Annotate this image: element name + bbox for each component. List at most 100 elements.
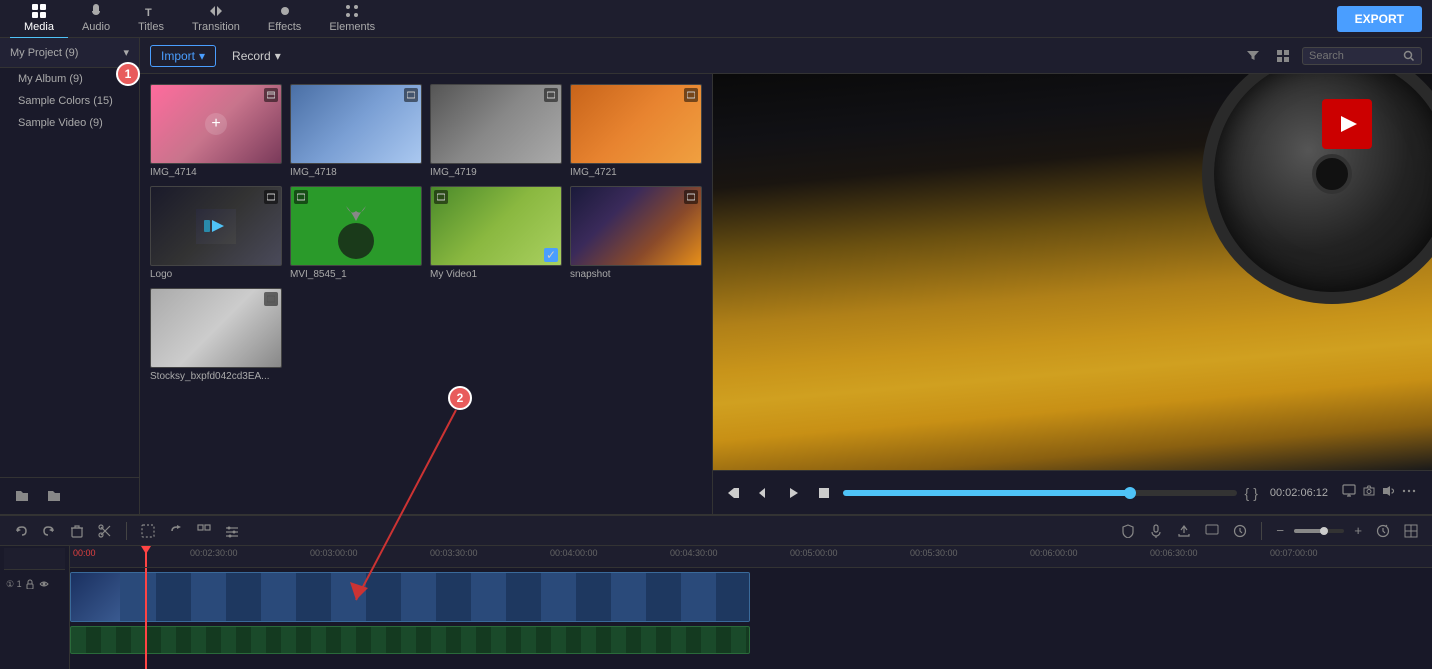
sidebar-item-video[interactable]: Sample Video (9) — [0, 112, 139, 134]
in-bracket[interactable]: { — [1245, 485, 1250, 501]
record-button[interactable]: Record ▾ — [224, 46, 289, 66]
ruler-mark-3: 00:03:30:00 — [430, 548, 478, 558]
more-options-icon[interactable] — [1402, 484, 1416, 501]
zoom-in-button[interactable]: + — [1350, 521, 1366, 540]
tl-mic-icon[interactable] — [1145, 522, 1167, 540]
camera-icon[interactable] — [1362, 484, 1376, 501]
sidebar-item-video-label: Sample Video (9) — [18, 117, 103, 129]
track-1-lock[interactable] — [24, 578, 36, 590]
import-label: Import — [161, 49, 195, 63]
delete-button[interactable] — [66, 522, 88, 540]
zoom-slider[interactable] — [1294, 529, 1344, 533]
tab-effects-label: Effects — [268, 21, 301, 33]
undo-button[interactable] — [10, 522, 32, 540]
video-clip-1[interactable] — [70, 572, 750, 622]
media-item-4[interactable]: IMG_4721 — [570, 84, 702, 178]
back-frame-button[interactable] — [753, 482, 775, 504]
tab-transition[interactable]: Transition — [178, 0, 254, 39]
thumb-overlay-4 — [684, 88, 698, 102]
preview-area: { } 00:02:06:12 — [712, 74, 1432, 514]
import-chevron-icon: ▾ — [199, 49, 205, 63]
crop-button[interactable] — [137, 522, 159, 540]
ruler-mark-4: 00:04:00:00 — [550, 548, 598, 558]
tab-media-label: Media — [24, 21, 54, 33]
media-thumb-9 — [150, 288, 282, 368]
record-label: Record — [232, 49, 271, 63]
zoom-out-button[interactable]: − — [1272, 521, 1288, 540]
search-box — [1302, 47, 1422, 65]
track-1-label: ① 1 — [6, 579, 22, 590]
tl-clock-icon[interactable] — [1229, 522, 1251, 540]
ruler-start: 00:00 — [70, 548, 99, 558]
tl-export-icon[interactable] — [1173, 522, 1195, 540]
redo-button[interactable] — [38, 522, 60, 540]
stabilize-button[interactable] — [193, 522, 215, 540]
ruler-mark-9: 00:06:30:00 — [1150, 548, 1198, 558]
thumb-overlay-9 — [264, 292, 278, 306]
out-bracket[interactable]: } — [1253, 485, 1258, 501]
timeline-toolbar: − + — [0, 516, 1432, 546]
media-thumb-5 — [150, 186, 282, 266]
audio-clip-1[interactable] — [70, 626, 750, 654]
video-track-clips — [70, 572, 1432, 622]
media-item-8[interactable]: snapshot — [570, 186, 702, 280]
search-input[interactable] — [1309, 50, 1399, 62]
svg-text:T: T — [145, 7, 152, 19]
media-item-5[interactable]: Logo — [150, 186, 282, 280]
tl-grid-icon[interactable] — [1400, 522, 1422, 540]
tab-effects[interactable]: Effects — [254, 0, 315, 39]
media-label-6: MVI_8545_1 — [290, 269, 422, 280]
media-item-2[interactable]: IMG_4718 — [290, 84, 422, 178]
media-item-6[interactable]: MVI_8545_1 — [290, 186, 422, 280]
media-item-3[interactable]: IMG_4719 — [430, 84, 562, 178]
cut-button[interactable] — [94, 522, 116, 540]
bracket-buttons: { } — [1245, 485, 1258, 501]
media-toolbar: Import ▾ Record ▾ — [140, 38, 1432, 74]
thumb-overlay-5 — [264, 190, 278, 204]
adjust-button[interactable] — [221, 522, 243, 540]
sidebar-project[interactable]: My Project (9) ▾ — [0, 38, 139, 68]
progress-bar[interactable] — [843, 490, 1237, 496]
audio-track — [70, 626, 1432, 654]
tracks-content — [70, 568, 1432, 669]
filter-button[interactable] — [1242, 47, 1264, 65]
media-item-1[interactable]: + IMG_4714 — [150, 84, 282, 178]
monitor-icon[interactable] — [1342, 484, 1356, 501]
tab-elements[interactable]: Elements — [315, 0, 389, 39]
grid-view-button[interactable] — [1272, 47, 1294, 65]
thumb-overlay-8 — [684, 190, 698, 204]
sidebar-remove-folder[interactable] — [42, 486, 66, 506]
media-thumb-2 — [290, 84, 422, 164]
media-item-9[interactable]: Stocksy_bxpfd042cd3EA... — [150, 288, 282, 382]
media-thumb-6 — [290, 186, 422, 266]
tl-speed-icon[interactable] — [1372, 522, 1394, 540]
tab-audio[interactable]: Audio — [68, 0, 124, 39]
ruler-mark-8: 00:06:00:00 — [1030, 548, 1078, 558]
rotate-button[interactable] — [165, 522, 187, 540]
sidebar-item-album-label: My Album (9) — [18, 73, 83, 85]
timeline-right-controls: − + — [1117, 521, 1422, 540]
media-label-7: My Video1 — [430, 269, 562, 280]
rewind-button[interactable] — [723, 482, 745, 504]
export-button[interactable]: EXPORT — [1337, 6, 1422, 32]
media-item-7[interactable]: ✓ My Video1 — [430, 186, 562, 280]
play-button[interactable] — [783, 482, 805, 504]
tab-media[interactable]: Media — [10, 0, 68, 39]
import-button[interactable]: Import ▾ — [150, 45, 216, 67]
ruler-playhead — [145, 546, 147, 567]
content-area: Import ▾ Record ▾ — [140, 38, 1432, 514]
tl-shield-icon[interactable] — [1117, 522, 1139, 540]
sidebar-item-colors[interactable]: Sample Colors (15) — [0, 90, 139, 112]
ruler-mark-5: 00:04:30:00 — [670, 548, 718, 558]
tab-titles[interactable]: T Titles — [124, 0, 178, 39]
tl-monitor-icon[interactable] — [1201, 522, 1223, 540]
sidebar-add-folder[interactable] — [10, 486, 34, 506]
ruler-mark-10: 00:07:00:00 — [1270, 548, 1318, 558]
media-label-4: IMG_4721 — [570, 167, 702, 178]
preview-controls: { } 00:02:06:12 — [713, 470, 1432, 514]
stop-button[interactable] — [813, 482, 835, 504]
sidebar-item-album[interactable]: My Album (9) — [0, 68, 139, 90]
media-label-3: IMG_4719 — [430, 167, 562, 178]
speaker-icon[interactable] — [1382, 484, 1396, 501]
track-1-eye[interactable] — [38, 578, 50, 590]
